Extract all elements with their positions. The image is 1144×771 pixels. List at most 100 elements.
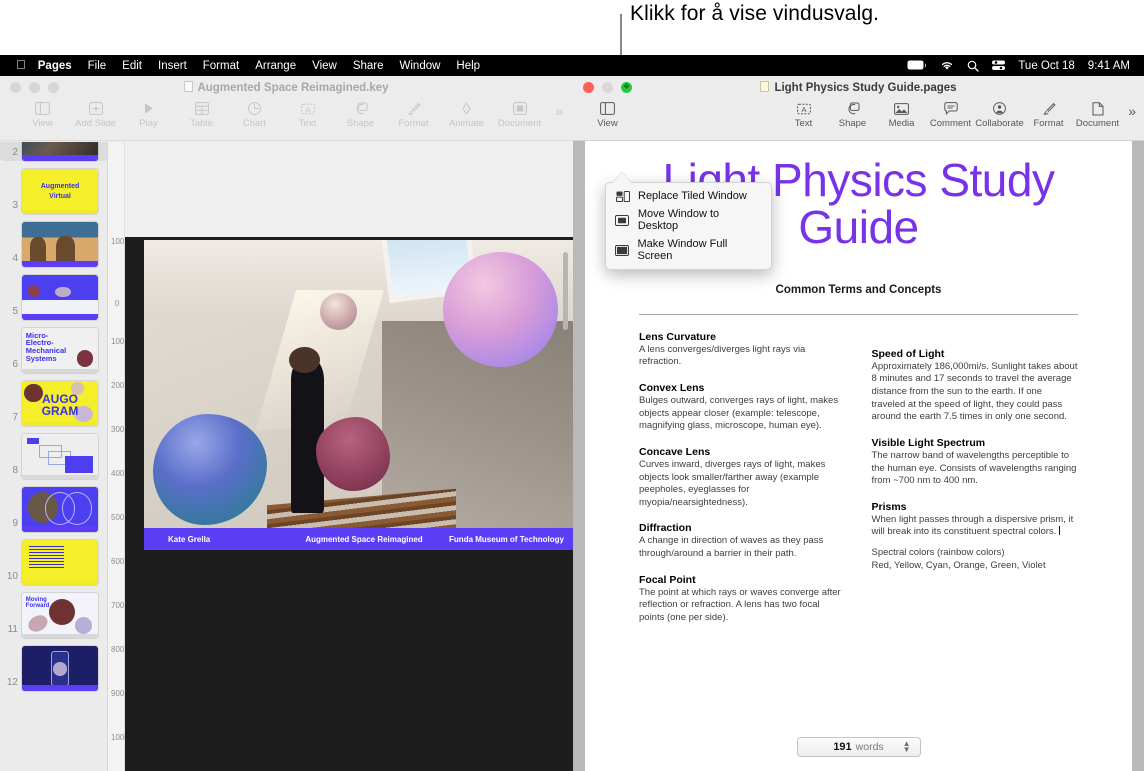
- keynote-toolbar-table[interactable]: Table: [175, 99, 228, 129]
- term-block: Visible Light Spectrum The narrow band o…: [872, 437, 1079, 488]
- slide-navigator[interactable]: 2 3 Au: [0, 142, 108, 771]
- keynote-toolbar: View Add Slide Play Table: [0, 98, 573, 141]
- keynote-window[interactable]: Augmented Space Reimagined.key View Add …: [0, 76, 573, 771]
- pages-toolbar-media[interactable]: Media: [877, 99, 926, 129]
- slide-number: 5: [2, 306, 22, 320]
- slide-thumbnail[interactable]: Augmented Virtual: [22, 169, 98, 214]
- wifi-icon[interactable]: [940, 60, 954, 71]
- menubar-time[interactable]: 9:41 AM: [1088, 60, 1130, 72]
- popup-item-make-window-full-screen[interactable]: Make Window Full Screen: [606, 235, 771, 265]
- screenshot-root: Klikk for å vise vindusvalg.  Pages Fil…: [0, 0, 1144, 771]
- window-options-popup-menu[interactable]: Replace Tiled Window Move Window to Desk…: [605, 182, 772, 270]
- slide-thumbnail[interactable]: [22, 487, 98, 532]
- word-count-badge[interactable]: 191 words ▲▼: [797, 737, 921, 757]
- pages-toolbar-overflow-button[interactable]: »: [1128, 99, 1144, 119]
- pages-toolbar-media-label: Media: [889, 118, 915, 129]
- menu-item-pages[interactable]: Pages: [38, 60, 72, 72]
- pages-toolbar-format[interactable]: Format: [1024, 99, 1073, 129]
- document-columns: Lens Curvature A lens converges/diverges…: [639, 331, 1078, 638]
- keynote-title-bar[interactable]: Augmented Space Reimagined.key: [0, 76, 573, 98]
- popup-item-label: Move Window to Desktop: [638, 208, 761, 232]
- menu-item-format[interactable]: Format: [203, 60, 239, 72]
- spectral-note-line2: Red, Yellow, Cyan, Orange, Green, Violet: [872, 560, 1046, 571]
- slide-thumbnail[interactable]: Moving Forward: [22, 593, 98, 638]
- sphere-large-graphic: [443, 252, 557, 366]
- slide-thumbnail-row[interactable]: 9: [0, 487, 108, 532]
- menubar-date[interactable]: Tue Oct 18: [1018, 60, 1074, 72]
- pages-toolbar-document[interactable]: Document: [1073, 99, 1122, 129]
- slide-thumbnail[interactable]: [22, 646, 98, 691]
- slide-number: 7: [2, 412, 22, 426]
- ruler-tick: 400: [111, 470, 123, 478]
- full-screen-icon: [615, 245, 630, 256]
- menu-item-share[interactable]: Share: [353, 60, 384, 72]
- keynote-toolbar-shape[interactable]: Shape: [334, 99, 387, 129]
- term-definition: A change in direction of waves as they p…: [639, 535, 846, 560]
- slide-number: 4: [2, 253, 22, 267]
- menu-item-file[interactable]: File: [88, 60, 107, 72]
- keynote-toolbar-document[interactable]: Document: [493, 99, 546, 129]
- keynote-toolbar-chart[interactable]: Chart: [228, 99, 281, 129]
- paintbrush-icon: [407, 99, 421, 118]
- slide-thumbnail-row[interactable]: 12: [0, 646, 108, 691]
- keynote-toolbar-format[interactable]: Format: [387, 99, 440, 129]
- slide-thumb-text: Augmented: [41, 183, 80, 190]
- slide-thumbnail-row[interactable]: 11 Moving Forward: [0, 593, 108, 638]
- popup-item-move-window-to-desktop[interactable]: Move Window to Desktop: [606, 205, 771, 235]
- pages-toolbar-text[interactable]: A Text: [779, 99, 828, 129]
- slide-thumbnail-row[interactable]: 4: [0, 222, 108, 267]
- keynote-toolbar-animate[interactable]: Animate: [440, 99, 493, 129]
- slide-thumbnail[interactable]: [22, 275, 98, 320]
- menu-item-edit[interactable]: Edit: [122, 60, 142, 72]
- pages-toolbar-view[interactable]: View: [583, 99, 632, 129]
- menu-item-insert[interactable]: Insert: [158, 60, 187, 72]
- slide-thumb-text: GRAM: [22, 405, 98, 418]
- popup-item-replace-tiled-window[interactable]: Replace Tiled Window: [606, 187, 771, 205]
- battery-icon[interactable]: [907, 60, 927, 71]
- slide-thumbnail[interactable]: AUGO GRAM: [22, 381, 98, 426]
- menu-item-window[interactable]: Window: [400, 60, 441, 72]
- keynote-body: 2 3 Au: [0, 142, 573, 771]
- term-block: Concave Lens Curves inward, diverges ray…: [639, 446, 846, 510]
- slide-thumbnail[interactable]: [22, 540, 98, 585]
- slide-thumbnail-row[interactable]: 8: [0, 434, 108, 479]
- keynote-toolbar-view[interactable]: View: [16, 99, 69, 129]
- ruler-tick: 1000: [111, 734, 123, 742]
- slide-thumbnail[interactable]: Micro- Electro- Mechanical Systems: [22, 328, 98, 373]
- svg-text:A: A: [305, 105, 310, 114]
- keynote-toolbar-overflow-button[interactable]: »: [555, 99, 573, 119]
- slide-number: 6: [2, 359, 22, 373]
- slide-thumbnail[interactable]: [22, 142, 98, 161]
- current-slide[interactable]: Kate Grella Augmented Space Reimagined F…: [144, 240, 573, 550]
- slide-thumbnail[interactable]: [22, 222, 98, 267]
- menu-item-help[interactable]: Help: [456, 60, 480, 72]
- media-icon: [894, 99, 909, 118]
- keynote-toolbar-add-slide[interactable]: Add Slide: [69, 99, 122, 129]
- slide-canvas-area[interactable]: 100 0 100 200 300 400 500 600 700 800 90…: [108, 142, 573, 771]
- document-subtitle[interactable]: Common Terms and Concepts: [639, 284, 1078, 296]
- slide-thumbnail[interactable]: [22, 434, 98, 479]
- word-count-stepper-icon[interactable]: ▲▼: [903, 741, 911, 754]
- apple-logo-icon[interactable]: : [16, 57, 26, 72]
- slide-editing-surface[interactable]: Kate Grella Augmented Space Reimagined F…: [125, 142, 573, 771]
- slide-thumbnail-row[interactable]: 6 Micro- Electro- Mechanical Systems: [0, 328, 108, 373]
- pages-toolbar-collaborate[interactable]: Collaborate: [975, 99, 1024, 129]
- slide-thumbnail-row[interactable]: 10: [0, 540, 108, 585]
- search-icon[interactable]: [967, 60, 979, 72]
- slide-thumbnail-row[interactable]: 2: [0, 142, 108, 161]
- document-right-column: Speed of Light Approximately 186,000mi/s…: [872, 331, 1079, 638]
- slide-thumbnail-row[interactable]: 3 Augmented Virtual: [0, 169, 108, 214]
- keynote-toolbar-play[interactable]: Play: [122, 99, 175, 129]
- pages-window[interactable]: ❖ Light Physics Study Guide.pages View —…: [573, 76, 1144, 771]
- pages-title-bar[interactable]: ❖ Light Physics Study Guide.pages: [573, 76, 1144, 98]
- keynote-toolbar-text[interactable]: A Text: [281, 99, 334, 129]
- slide-thumbnail-row[interactable]: 7 AUGO GRAM: [0, 381, 108, 426]
- pages-toolbar-comment[interactable]: Comment: [926, 99, 975, 129]
- menu-item-view[interactable]: View: [312, 60, 337, 72]
- canvas-vertical-scrollbar[interactable]: [563, 252, 568, 330]
- menu-item-arrange[interactable]: Arrange: [255, 60, 296, 72]
- pages-toolbar-shape[interactable]: Shape: [828, 99, 877, 129]
- control-center-icon[interactable]: [992, 60, 1005, 71]
- slide-thumbnail-row[interactable]: 5: [0, 275, 108, 320]
- keynote-toolbar-format-label: Format: [398, 118, 428, 129]
